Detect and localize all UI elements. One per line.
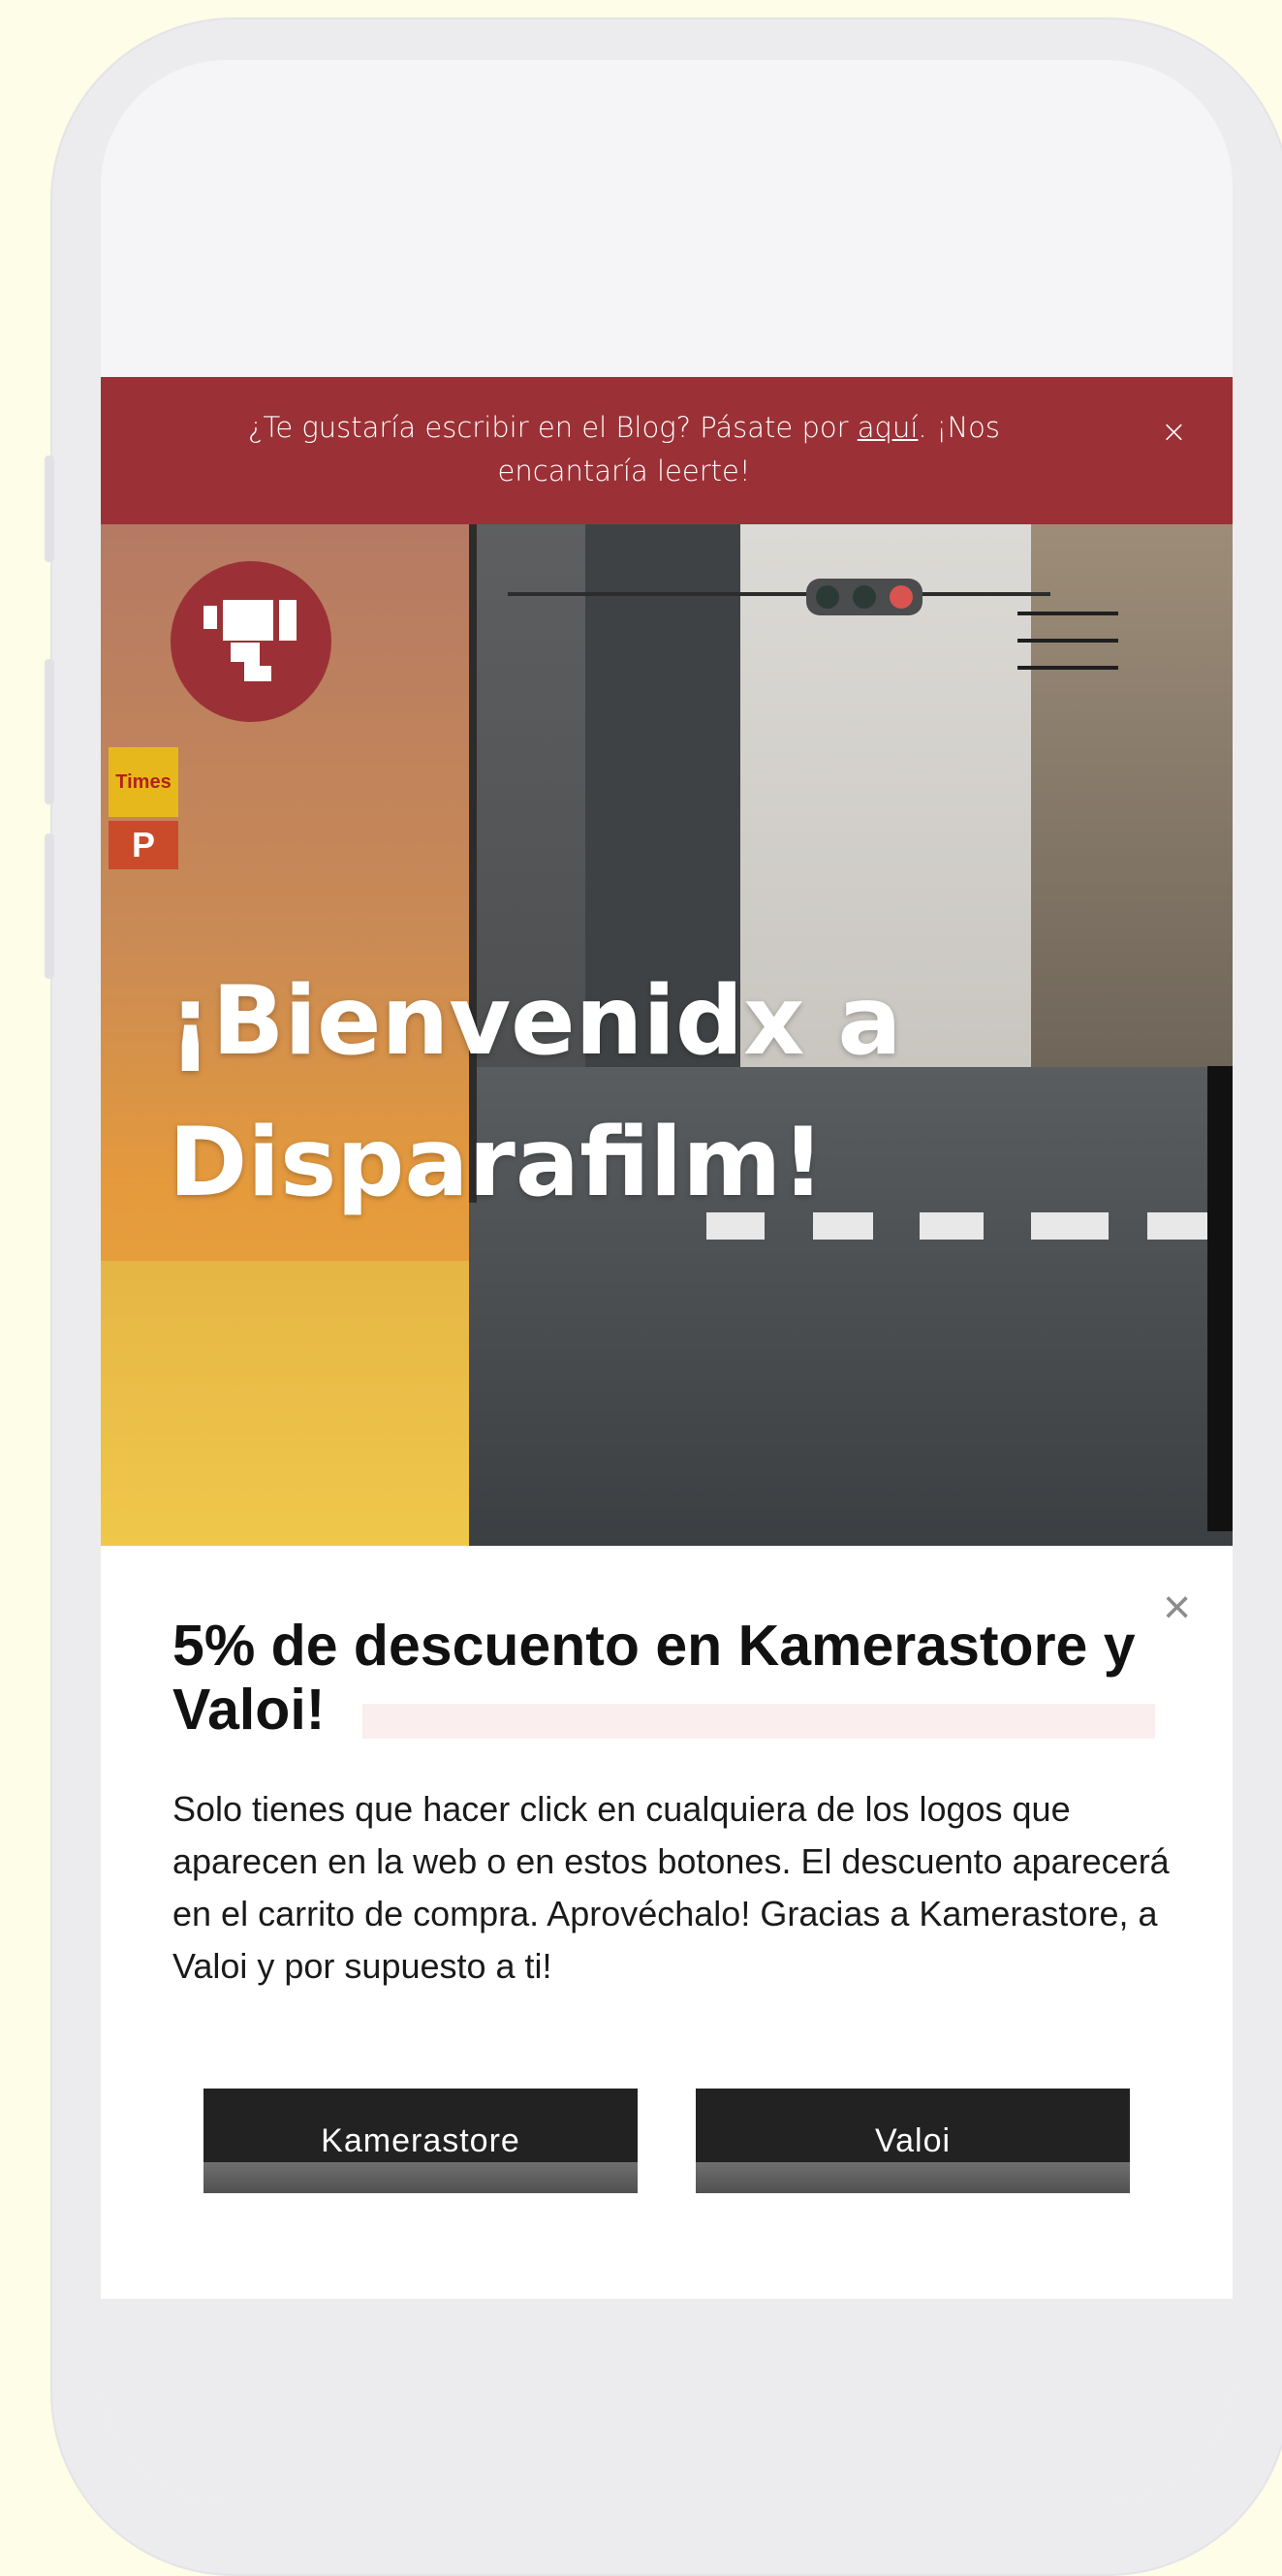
phone-side-button [45, 456, 54, 562]
screen-bottom-area [101, 2299, 1233, 2502]
phone-screen: ¿Te gustaría escribir en el Blog? Pásate… [101, 60, 1233, 2502]
announcement-link[interactable]: aquí [858, 411, 919, 444]
announcement-close-icon[interactable]: × [1161, 410, 1187, 454]
popup-body: Solo tienes que hacer click en cualquier… [172, 1789, 1170, 1986]
crosswalk-stripe [1031, 1212, 1109, 1240]
discount-popup: × 5% de descuento en Kamerastore y Valoi… [101, 1546, 1233, 2299]
overhead-wire [508, 592, 1050, 596]
announcement-bar: ¿Te gustaría escribir en el Blog? Pásate… [101, 377, 1233, 524]
kamerastore-button[interactable]: Kamerastore [203, 2089, 638, 2193]
side-scroll-tab [1207, 1066, 1233, 1531]
crosswalk-stripe [920, 1212, 984, 1240]
phone-side-button [45, 659, 54, 804]
store-sign: Times [109, 747, 178, 817]
phone-side-button [45, 833, 54, 979]
parking-sign: P [109, 821, 178, 869]
camera-logo-icon [203, 600, 297, 681]
hero-title: ¡Bienvenidx a Disparafilm! [169, 966, 902, 1218]
valoi-button[interactable]: Valoi [696, 2089, 1130, 2193]
hero-light-leak [101, 1261, 469, 1546]
announcement-text: ¿Te gustaría escribir en el Blog? Pásate… [246, 406, 1002, 493]
traffic-light [806, 579, 922, 615]
popup-title: 5% de descuento en Kamerastore y Valoi! [172, 1614, 1136, 1742]
hamburger-menu-icon[interactable] [1017, 612, 1118, 679]
site-logo[interactable] [171, 561, 331, 722]
hero-banner: Times P ¡Bienvenidx a Disparafilm! [101, 524, 1233, 1546]
announcement-text-before: ¿Te gustaría escribir en el Blog? Pásate… [247, 411, 849, 444]
